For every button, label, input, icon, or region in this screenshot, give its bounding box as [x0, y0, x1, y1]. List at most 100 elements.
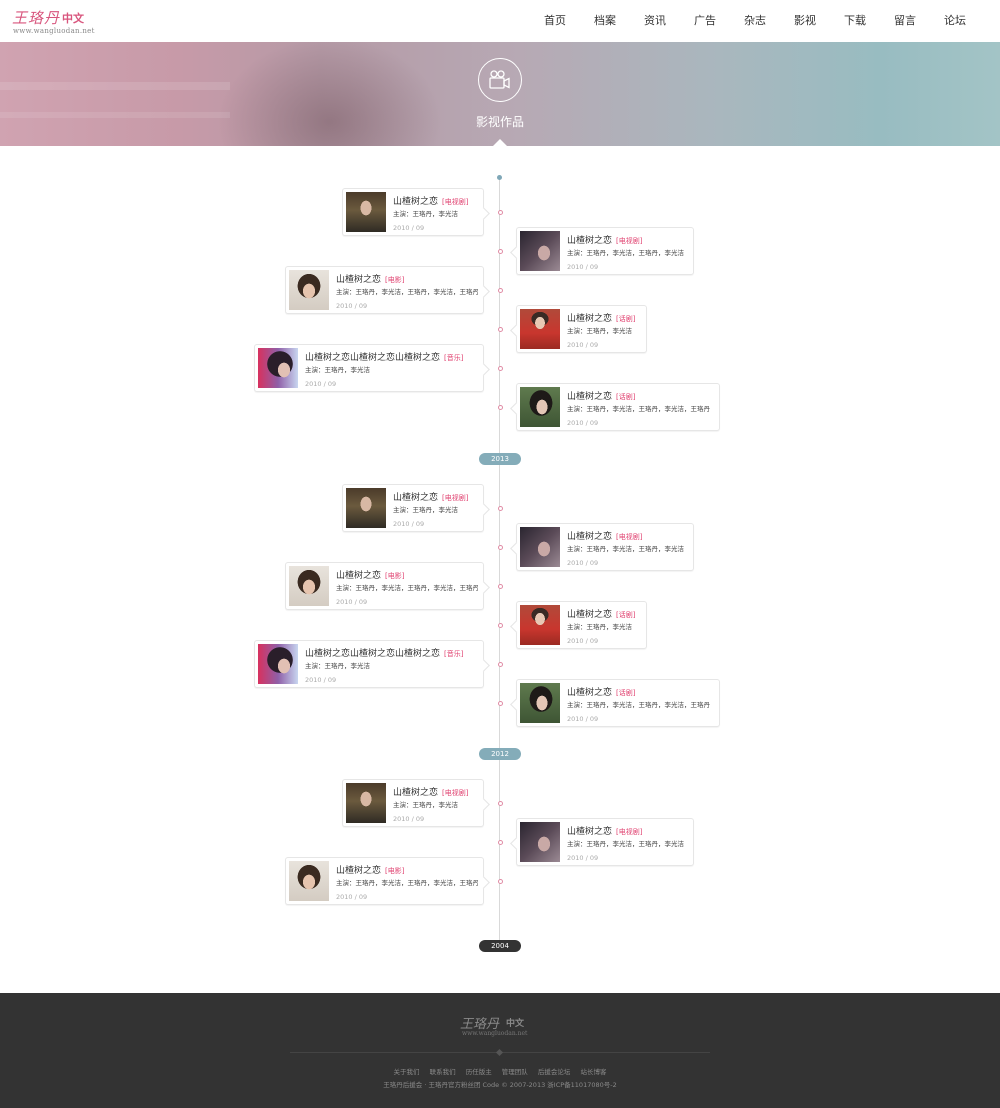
nav-item-forum[interactable]: 论坛: [930, 0, 980, 42]
footer-link-fanclub-forum[interactable]: 后援会论坛: [538, 1068, 571, 1076]
page-title: 影视作品: [475, 115, 524, 129]
work-card[interactable]: 山楂树之恋 [电影] 主演：王珞丹，李光洁，王珞丹，李光洁，王珞丹 2010 / 09: [285, 562, 484, 610]
work-date: 2010 / 09: [567, 854, 599, 862]
work-cast: 主演：王珞丹，李光洁，王珞丹，李光洁，王珞丹: [336, 288, 479, 296]
work-title[interactable]: 山楂树之恋: [567, 827, 612, 837]
work-thumbnail[interactable]: [346, 488, 386, 528]
work-thumbnail[interactable]: [289, 566, 329, 606]
footer-link-moderators[interactable]: 历任版主: [466, 1068, 492, 1076]
year-badge-2004[interactable]: 2004: [479, 940, 521, 952]
nav-item-magazine[interactable]: 杂志: [730, 0, 780, 42]
work-date: 2010 / 09: [336, 302, 368, 310]
work-card[interactable]: 山楂树之恋 [电视剧] 主演：王珞丹，李光洁 2010 / 09: [342, 188, 484, 236]
work-card[interactable]: 山楂树之恋 [话剧] 主演：王珞丹，李光洁，王珞丹，李光洁，王珞丹 2010 / 09: [516, 383, 720, 431]
work-type-tag: [电视剧]: [442, 494, 469, 502]
work-cast: 主演：王珞丹，李光洁，王珞丹，李光洁: [567, 249, 684, 257]
footer-link-blog[interactable]: 站长博客: [580, 1068, 606, 1076]
work-cast: 主演：王珞丹，李光洁: [567, 623, 632, 631]
work-title[interactable]: 山楂树之恋: [567, 532, 612, 542]
work-title[interactable]: 山楂树之恋: [336, 571, 381, 581]
footer-link-team[interactable]: 管理团队: [502, 1068, 528, 1076]
work-card[interactable]: 山楂树之恋山楂树之恋山楂树之恋 [音乐] 主演：王珞丹，李光洁 2010 / 09: [254, 640, 484, 688]
work-cast: 主演：王珞丹，李光洁: [393, 210, 458, 218]
work-title[interactable]: 山楂树之恋: [393, 493, 438, 503]
work-thumbnail[interactable]: [346, 192, 386, 232]
work-title[interactable]: 山楂树之恋: [336, 275, 381, 285]
work-date: 2010 / 09: [567, 559, 599, 567]
work-type-tag: [电视剧]: [616, 828, 643, 836]
work-title[interactable]: 山楂树之恋: [567, 392, 612, 402]
work-card[interactable]: 山楂树之恋 [电视剧] 主演：王珞丹，李光洁，王珞丹，李光洁 2010 / 09: [516, 523, 694, 571]
work-thumbnail[interactable]: [520, 822, 560, 862]
work-card[interactable]: 山楂树之恋 [话剧] 主演：王珞丹，李光洁，王珞丹，李光洁，王珞丹 2010 / 09: [516, 679, 720, 727]
timeline-dot: [497, 365, 503, 371]
timeline-dot: [497, 700, 503, 706]
work-card[interactable]: 山楂树之恋 [电视剧] 主演：王珞丹，李光洁，王珞丹，李光洁 2010 / 09: [516, 818, 694, 866]
work-title-row: 山楂树之恋山楂树之恋山楂树之恋 [音乐]: [305, 646, 463, 659]
nav-item-guestbook[interactable]: 留言: [880, 0, 930, 42]
work-card[interactable]: 山楂树之恋 [电影] 主演：王珞丹，李光洁，王珞丹，李光洁，王珞丹 2010 / 09: [285, 266, 484, 314]
work-thumbnail[interactable]: [520, 309, 560, 349]
timeline-dot: [497, 661, 503, 667]
site-logo[interactable]: 王珞丹 中文 www.wangluodan.net: [12, 7, 122, 37]
video-camera-icon: [478, 58, 522, 102]
work-date: 2010 / 09: [567, 637, 599, 645]
work-card[interactable]: 山楂树之恋山楂树之恋山楂树之恋 [音乐] 主演：王珞丹，李光洁 2010 / 09: [254, 344, 484, 392]
nav-item-ads[interactable]: 广告: [680, 0, 730, 42]
work-date: 2010 / 09: [567, 419, 599, 427]
work-title-row: 山楂树之恋 [电影]: [336, 272, 404, 285]
work-cast: 主演：王珞丹，李光洁，王珞丹，李光洁，王珞丹: [567, 701, 710, 709]
work-card[interactable]: 山楂树之恋 [电视剧] 主演：王珞丹，李光洁 2010 / 09: [342, 484, 484, 532]
work-type-tag: [音乐]: [444, 650, 464, 658]
work-thumbnail[interactable]: [289, 270, 329, 310]
work-title-row: 山楂树之恋 [电视剧]: [393, 785, 468, 798]
work-cast: 主演：王珞丹，李光洁: [567, 327, 632, 335]
work-cast: 主演：王珞丹，李光洁，王珞丹，李光洁: [567, 545, 684, 553]
year-badge-2013[interactable]: 2013: [479, 453, 521, 465]
work-title[interactable]: 山楂树之恋: [567, 688, 612, 698]
work-card[interactable]: 山楂树之恋 [电影] 主演：王珞丹，李光洁，王珞丹，李光洁，王珞丹 2010 / 09: [285, 857, 484, 905]
nav-item-films[interactable]: 影视: [780, 0, 830, 42]
work-title-row: 山楂树之恋山楂树之恋山楂树之恋 [音乐]: [305, 350, 463, 363]
footer-link-contact[interactable]: 联系我们: [430, 1068, 456, 1076]
work-thumbnail[interactable]: [258, 644, 298, 684]
year-badge-2012[interactable]: 2012: [479, 748, 521, 760]
banner-notch: [493, 139, 507, 146]
timeline-dot: [497, 839, 503, 845]
work-title[interactable]: 山楂树之恋: [567, 610, 612, 620]
work-thumbnail[interactable]: [289, 861, 329, 901]
work-card[interactable]: 山楂树之恋 [电视剧] 主演：王珞丹，李光洁 2010 / 09: [342, 779, 484, 827]
work-title[interactable]: 山楂树之恋: [393, 788, 438, 798]
logo-cn: 中文: [62, 12, 84, 25]
work-title[interactable]: 山楂树之恋: [336, 866, 381, 876]
nav-item-news[interactable]: 资讯: [630, 0, 680, 42]
work-title[interactable]: 山楂树之恋: [567, 314, 612, 324]
work-title[interactable]: 山楂树之恋山楂树之恋山楂树之恋: [305, 353, 440, 363]
work-type-tag: [电影]: [385, 276, 405, 284]
work-thumbnail[interactable]: [258, 348, 298, 388]
work-title[interactable]: 山楂树之恋: [393, 197, 438, 207]
work-thumbnail[interactable]: [520, 527, 560, 567]
work-card[interactable]: 山楂树之恋 [话剧] 主演：王珞丹，李光洁 2010 / 09: [516, 601, 647, 649]
work-thumbnail[interactable]: [520, 605, 560, 645]
work-thumbnail[interactable]: [346, 783, 386, 823]
work-card[interactable]: 山楂树之恋 [话剧] 主演：王珞丹，李光洁 2010 / 09: [516, 305, 647, 353]
work-cast: 主演：王珞丹，李光洁，王珞丹，李光洁，王珞丹: [336, 879, 479, 887]
nav-item-profile[interactable]: 档案: [580, 0, 630, 42]
nav-item-home[interactable]: 首页: [530, 0, 580, 42]
footer-logo[interactable]: 王珞丹 中文 www.wangluodan.net: [460, 1013, 550, 1039]
work-card[interactable]: 山楂树之恋 [电视剧] 主演：王珞丹，李光洁，王珞丹，李光洁 2010 / 09: [516, 227, 694, 275]
work-type-tag: [话剧]: [616, 393, 636, 401]
work-date: 2010 / 09: [336, 893, 368, 901]
work-title[interactable]: 山楂树之恋山楂树之恋山楂树之恋: [305, 649, 440, 659]
work-cast: 主演：王珞丹，李光洁: [393, 801, 458, 809]
work-type-tag: [电视剧]: [442, 789, 469, 797]
footer-link-about[interactable]: 关于我们: [394, 1068, 420, 1076]
works-timeline: 2013 2012 2004 山楂树之恋 [电视剧] 主演：王珞丹，李光洁 2010 …: [0, 146, 1000, 993]
work-thumbnail[interactable]: [520, 387, 560, 427]
nav-item-download[interactable]: 下载: [830, 0, 880, 42]
work-thumbnail[interactable]: [520, 683, 560, 723]
work-thumbnail[interactable]: [520, 231, 560, 271]
work-title[interactable]: 山楂树之恋: [567, 236, 612, 246]
timeline-dot: [497, 622, 503, 628]
